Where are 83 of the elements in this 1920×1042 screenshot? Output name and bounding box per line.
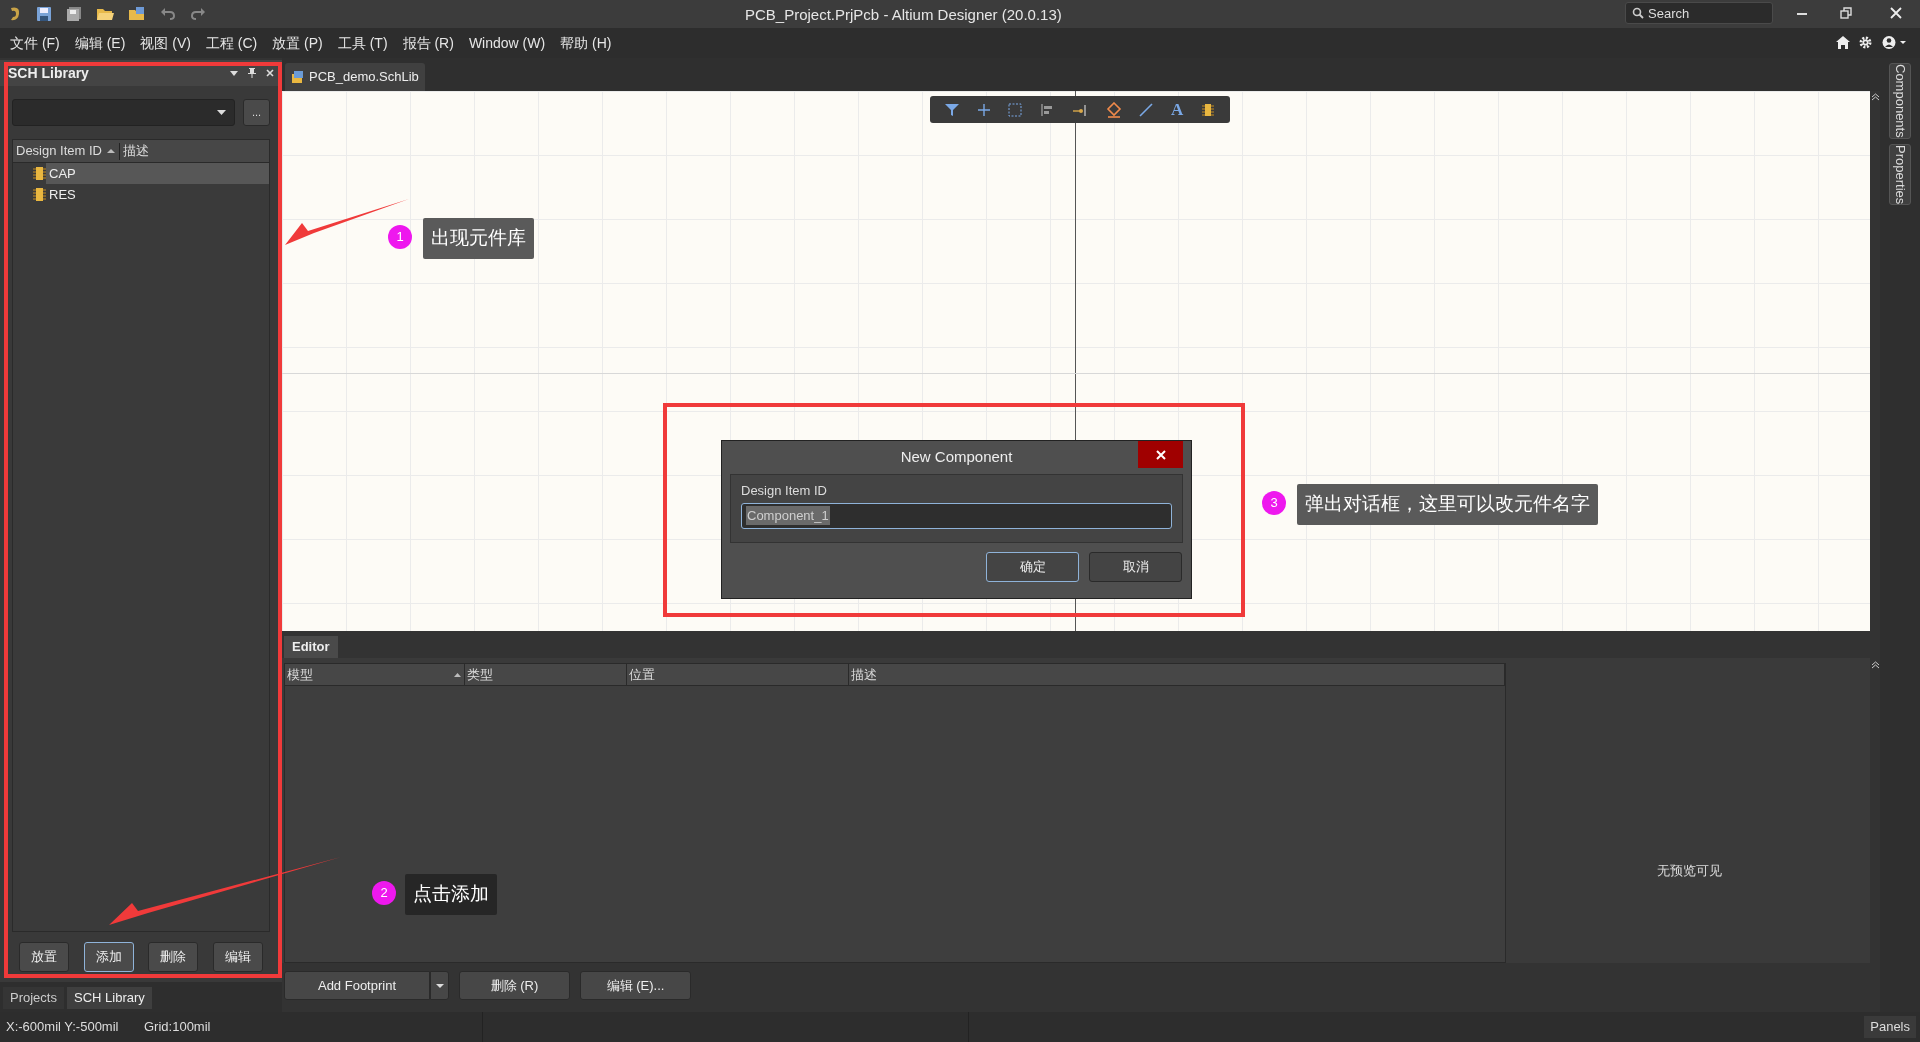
menu-item[interactable]: Window (W) [468, 32, 546, 54]
panel-button[interactable]: 放置 [19, 942, 70, 972]
align-icon[interactable] [1040, 102, 1055, 117]
plus-icon[interactable] [976, 102, 991, 117]
callout-label: 弹出对话框，这里可以改元件名字 [1297, 484, 1598, 525]
caret-icon [217, 110, 226, 115]
restore-icon[interactable] [1840, 7, 1852, 19]
menu-item[interactable]: 报告 (R) [402, 32, 454, 54]
menu-item[interactable]: 工程 (C) [205, 32, 258, 54]
add-footprint-button[interactable]: Add Footprint [284, 971, 430, 1000]
side-panel-tab[interactable]: Properties [1889, 143, 1911, 205]
folder-icon[interactable] [128, 6, 146, 22]
save-all-icon[interactable] [66, 6, 82, 22]
column-header[interactable]: Design Item ID [13, 141, 102, 161]
pin-icon[interactable] [248, 68, 256, 78]
chip-icon [33, 167, 46, 180]
menu-item[interactable]: 工具 (T) [337, 32, 388, 54]
dropdown-button[interactable] [430, 971, 449, 1000]
panels-button[interactable]: Panels [1864, 1016, 1916, 1038]
panel-button[interactable]: 添加 [83, 942, 134, 972]
dialog-title: New Component [900, 447, 1013, 468]
column-header[interactable]: 类型 [467, 664, 493, 685]
close-icon [1155, 449, 1166, 460]
settings-icon[interactable] [1859, 36, 1872, 49]
editor-button[interactable]: 删除 (R) [459, 971, 570, 1000]
field-label: Design Item ID [741, 482, 828, 500]
sort-ascending-icon[interactable] [454, 672, 461, 677]
panel-button[interactable]: 删除 [148, 942, 199, 972]
dropdown-icon[interactable] [230, 70, 238, 76]
library-item[interactable]: CAP [46, 163, 269, 184]
document-tab[interactable]: PCB_demo.SchLib [285, 63, 425, 91]
column-header[interactable]: 模型 [287, 664, 313, 685]
status-text: Grid:100mil [140, 1012, 483, 1042]
callout-label: 点击添加 [405, 874, 497, 915]
chip-icon[interactable] [1201, 102, 1215, 117]
menu-item[interactable]: 编辑 (E) [74, 32, 126, 54]
browse-button[interactable]: ... [243, 99, 270, 126]
undo-icon[interactable] [160, 7, 176, 21]
text-field[interactable]: Component_1 [741, 502, 1172, 529]
home-icon[interactable] [1836, 36, 1850, 49]
filter-icon[interactable] [944, 102, 959, 117]
text-tool-icon[interactable]: A [1171, 101, 1184, 118]
dialog-button[interactable]: 取消 [1089, 552, 1182, 582]
column-header[interactable]: 位置 [629, 664, 655, 685]
callout-label: 出现元件库 [423, 218, 534, 259]
save-icon[interactable] [36, 6, 52, 22]
line-icon[interactable] [1139, 102, 1154, 117]
user-icon[interactable] [1882, 35, 1908, 50]
redo-icon[interactable] [190, 7, 206, 21]
search-icon [1632, 7, 1644, 19]
panel-button[interactable]: 编辑 [212, 942, 263, 972]
caret-icon [435, 983, 444, 988]
menu-item[interactable]: 放置 (P) [272, 32, 323, 54]
panel-tab[interactable]: Editor [284, 636, 338, 658]
chip-icon [33, 188, 46, 201]
minimize-icon[interactable] [1797, 12, 1807, 16]
pin-icon[interactable] [1071, 102, 1088, 117]
dialog-button[interactable]: 确定 [986, 552, 1079, 582]
close-icon[interactable] [1890, 7, 1902, 19]
sort-ascending-icon[interactable] [107, 149, 115, 153]
column-header[interactable]: 描述 [120, 141, 149, 161]
folder-icon[interactable] [96, 6, 114, 22]
panel-tab[interactable]: Projects [3, 987, 64, 1009]
side-panel-tab[interactable]: Components [1889, 63, 1911, 139]
library-item[interactable]: RES [46, 184, 269, 205]
collapse-icon[interactable] [1871, 93, 1879, 101]
search-field[interactable]: Search [1625, 2, 1773, 24]
document-icon [291, 70, 304, 84]
app-logo-icon[interactable] [8, 5, 22, 23]
collapse-icon[interactable] [1871, 661, 1879, 669]
close-icon[interactable] [266, 69, 274, 77]
column-header[interactable]: 描述 [851, 664, 877, 685]
preview-message: 无预览可见 [1656, 861, 1722, 880]
panel-tab[interactable]: SCH Library [66, 987, 152, 1009]
menu-item[interactable]: 文件 (F) [10, 32, 60, 54]
panel-title: SCH Library [8, 63, 90, 83]
status-text: X:-600mil Y:-500mil [5, 1018, 120, 1037]
eraser-icon[interactable] [1105, 101, 1122, 118]
editor-button[interactable]: 编辑 (E)... [580, 971, 691, 1000]
window-title: PCB_Project.PrjPcb - Altium Designer (20.0.13) [745, 5, 1062, 25]
close-button[interactable] [1138, 441, 1183, 468]
menu-item[interactable]: 帮助 (H) [560, 32, 612, 54]
menu-item[interactable]: 视图 (V) [140, 32, 191, 54]
